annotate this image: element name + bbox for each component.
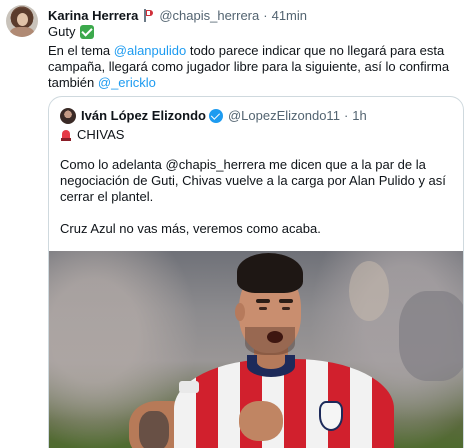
tweet-first-line: Guty: [48, 24, 95, 40]
avatar-shirt: [10, 27, 34, 37]
author-handle[interactable]: @chapis_herrera: [159, 8, 259, 23]
quoted-siren-line: CHIVAS: [60, 127, 124, 143]
player-figure: [119, 251, 419, 448]
jersey-sponsor-logo: [179, 381, 199, 393]
tweet-body: En el tema @alanpulido todo parece indic…: [48, 43, 464, 91]
player-fist: [239, 401, 283, 441]
quoted-tweet[interactable]: Iván López Elizondo @LopezElizondo11 · 1…: [48, 96, 464, 448]
quoted-tweet-photo[interactable]: [49, 251, 463, 448]
player-brow: [279, 299, 293, 303]
flag-icon: [143, 8, 153, 22]
tweet-timestamp[interactable]: 41min: [272, 8, 307, 23]
quoted-author-avatar[interactable]: [60, 107, 76, 124]
separator-dot: ·: [263, 7, 268, 23]
quoted-author-handle[interactable]: @LopezElizondo11: [228, 108, 340, 123]
mention-ericklo[interactable]: @_ericklo: [98, 75, 156, 90]
player-tattoo: [139, 411, 169, 448]
quoted-paragraph-2: Cruz Azul no vas más, veremos como acaba…: [60, 221, 321, 236]
quoted-siren-text: CHIVAS: [77, 127, 125, 142]
tweet-body-part1: En el tema: [48, 43, 114, 58]
player-brow: [256, 299, 270, 303]
quoted-tweet-header: Iván López Elizondo @LopezElizondo11 · 1…: [60, 107, 367, 124]
jersey-collar-inner: [257, 355, 285, 369]
tweet-header: Karina Herrera @chapis_herrera · 41min: [48, 7, 307, 23]
jersey-crest: [319, 401, 343, 431]
quoted-paragraph-1: Como lo adelanta @chapis_herrera me dice…: [60, 157, 446, 204]
tweet-first-line-text: Guty: [48, 24, 76, 39]
quoted-author-name[interactable]: Iván López Elizondo: [81, 108, 206, 123]
quoted-timestamp[interactable]: 1h: [352, 108, 366, 123]
tweet[interactable]: Karina Herrera @chapis_herrera · 41min G…: [0, 0, 469, 448]
siren-icon: [60, 129, 72, 141]
verified-badge-icon: [208, 108, 223, 123]
player-eye: [259, 307, 267, 310]
player-mouth: [267, 331, 283, 343]
check-mark-icon: [80, 25, 95, 39]
player-eye: [282, 307, 290, 310]
player-ear: [235, 303, 245, 321]
author-name[interactable]: Karina Herrera: [48, 8, 138, 23]
quoted-separator-dot: ·: [343, 108, 349, 123]
mention-alanpulido[interactable]: @alanpulido: [114, 43, 186, 58]
avatar-face: [17, 13, 28, 26]
author-avatar[interactable]: [6, 5, 38, 37]
player-hair: [237, 253, 303, 293]
